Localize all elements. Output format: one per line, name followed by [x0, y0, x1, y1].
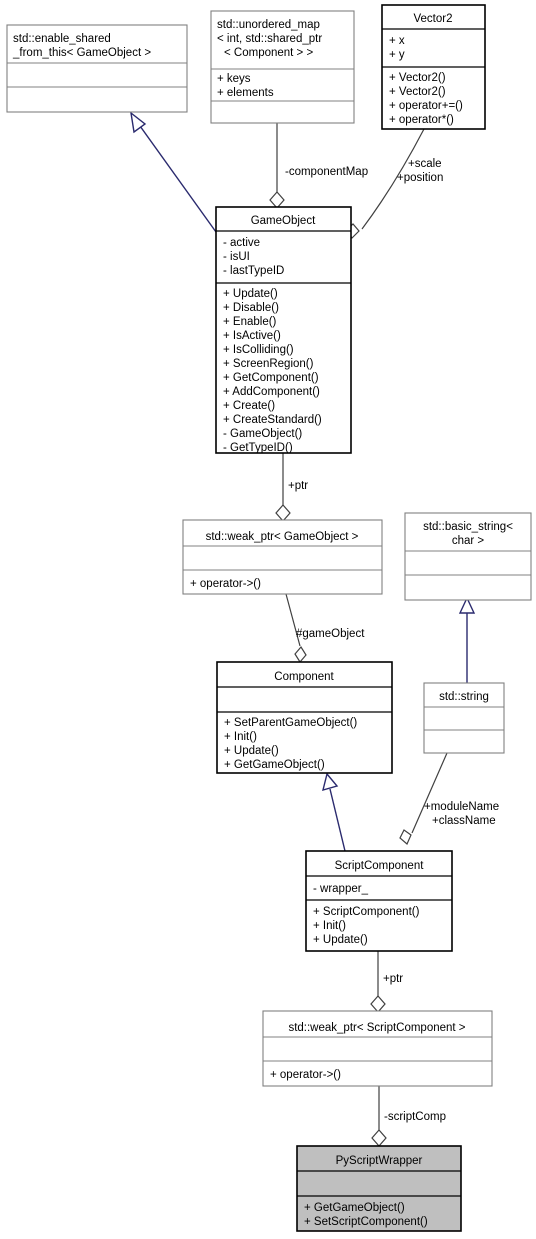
class-attribute: + elements	[217, 87, 274, 99]
class-operation: + Update()	[313, 934, 368, 946]
class-operation: + operator+=()	[389, 100, 463, 112]
class-operation: + AddComponent()	[223, 386, 320, 398]
edge-label-script-comp: -scriptComp	[384, 1111, 446, 1123]
class-box-pyscriptwrapper[interactable]: PyScriptWrapper + GetGameObject() + SetS…	[296, 1145, 462, 1232]
class-operation: + operator->()	[270, 1069, 341, 1081]
class-box-gameobject[interactable]: GameObject - active - isUI - lastTypeID …	[215, 206, 352, 454]
class-title-line: < int, std::shared_ptr	[217, 33, 322, 45]
class-title-line: Vector2	[414, 13, 453, 25]
edge-label-ptr-gameobject: +ptr	[288, 480, 308, 492]
edge-label-class-name: +className	[432, 815, 496, 827]
edge-label-component-map: -componentMap	[285, 166, 368, 178]
class-box-unordered-map[interactable]: std::unordered_map < int, std::shared_pt…	[210, 10, 355, 124]
edge-component-gameobject: #gameObject	[285, 593, 365, 664]
edge-gameobject-vector2: +scale +position	[345, 128, 443, 239]
uml-class-diagram: -componentMap +scale +position +ptr #gam…	[0, 0, 536, 1239]
class-operation: + GetGameObject()	[304, 1202, 405, 1214]
class-operation: - GetTypeID()	[223, 442, 293, 454]
class-operation: + Init()	[313, 920, 346, 932]
class-box-component[interactable]: Component + SetParentGameObject() + Init…	[216, 661, 393, 774]
class-box-basic-string[interactable]: std::basic_string< char >	[404, 512, 532, 601]
edge-weakptr-gameobject-ptr: +ptr	[275, 453, 308, 522]
edge-label-game-object-ref: #gameObject	[296, 628, 365, 640]
edge-pyscriptwrapper-scriptcomp: -scriptComp	[371, 1086, 446, 1147]
class-operation: + GetGameObject()	[224, 759, 325, 771]
class-attribute: - lastTypeID	[223, 265, 284, 277]
edge-gameobject-inherits-enable-shared	[130, 111, 217, 233]
class-title-line: PyScriptWrapper	[336, 1155, 423, 1167]
class-title-line: _from_this< GameObject >	[12, 47, 151, 59]
class-box-weakptr-gameobject[interactable]: std::weak_ptr< GameObject > + operator->…	[182, 519, 383, 595]
class-title-line: GameObject	[251, 215, 316, 227]
class-box-scriptcomponent[interactable]: ScriptComponent - wrapper_ + ScriptCompo…	[305, 850, 453, 952]
class-operation: + CreateStandard()	[223, 414, 322, 426]
class-attribute: - wrapper_	[313, 883, 369, 895]
class-attribute: + y	[389, 49, 405, 61]
class-attribute: + x	[389, 35, 405, 47]
class-attribute: - active	[223, 237, 260, 249]
class-title-line: std::unordered_map	[217, 19, 320, 31]
class-title-line: std::string	[439, 691, 489, 703]
class-title-line: < Component > >	[224, 47, 313, 59]
edge-gameobject-componentmap: -componentMap	[269, 123, 368, 209]
class-title-line: std::basic_string<	[423, 521, 513, 533]
edge-scriptcomponent-inherits-component	[322, 772, 346, 852]
class-operation: + IsActive()	[223, 330, 281, 342]
edge-weakptr-scriptcomponent-ptr: +ptr	[370, 951, 403, 1013]
class-operation: + SetParentGameObject()	[224, 717, 357, 729]
class-title-line: ScriptComponent	[335, 860, 425, 872]
class-box-vector2[interactable]: Vector2 + x + y + Vector2() + Vector2() …	[381, 4, 486, 130]
edge-scriptcomponent-strings: +moduleName +className	[399, 752, 499, 845]
class-operation: + operator->()	[190, 578, 261, 590]
class-operation: + IsColliding()	[223, 344, 294, 356]
edge-label-ptr-scriptcomponent: +ptr	[383, 973, 403, 985]
edge-label-module-name: +moduleName	[424, 801, 499, 813]
class-box-std-string[interactable]: std::string	[423, 682, 505, 754]
class-operation: + Create()	[223, 400, 275, 412]
class-operation: + GetComponent()	[223, 372, 319, 384]
class-operation: + Vector2()	[389, 72, 446, 84]
class-operation: + Enable()	[223, 316, 277, 328]
class-operation: + ScriptComponent()	[313, 906, 420, 918]
edge-label-position: +position	[397, 172, 443, 184]
class-operation: + Update()	[223, 288, 278, 300]
class-operation: + SetScriptComponent()	[304, 1216, 428, 1228]
class-operation: + Update()	[224, 745, 279, 757]
class-title-line: std::weak_ptr< ScriptComponent >	[288, 1022, 465, 1034]
edge-stdstring-inherits-basic-string	[458, 596, 476, 683]
class-title-line: std::enable_shared	[13, 33, 111, 45]
class-title-line: std::weak_ptr< GameObject >	[206, 531, 359, 543]
class-operation: + ScreenRegion()	[223, 358, 314, 370]
class-attribute: - isUI	[223, 251, 250, 263]
class-operation: + operator*()	[389, 114, 454, 126]
class-title-line: Component	[274, 671, 334, 683]
class-title-line: char >	[452, 535, 485, 547]
class-operation: + Vector2()	[389, 86, 446, 98]
class-operation: + Init()	[224, 731, 257, 743]
class-box-weakptr-scriptcomponent[interactable]: std::weak_ptr< ScriptComponent > + opera…	[262, 1010, 493, 1087]
edge-label-scale: +scale	[408, 158, 442, 170]
class-operation: - GameObject()	[223, 428, 302, 440]
class-operation: + Disable()	[223, 302, 279, 314]
class-attribute: + keys	[217, 73, 251, 85]
class-box-enable-shared-from-this[interactable]: std::enable_shared _from_this< GameObjec…	[6, 24, 188, 113]
